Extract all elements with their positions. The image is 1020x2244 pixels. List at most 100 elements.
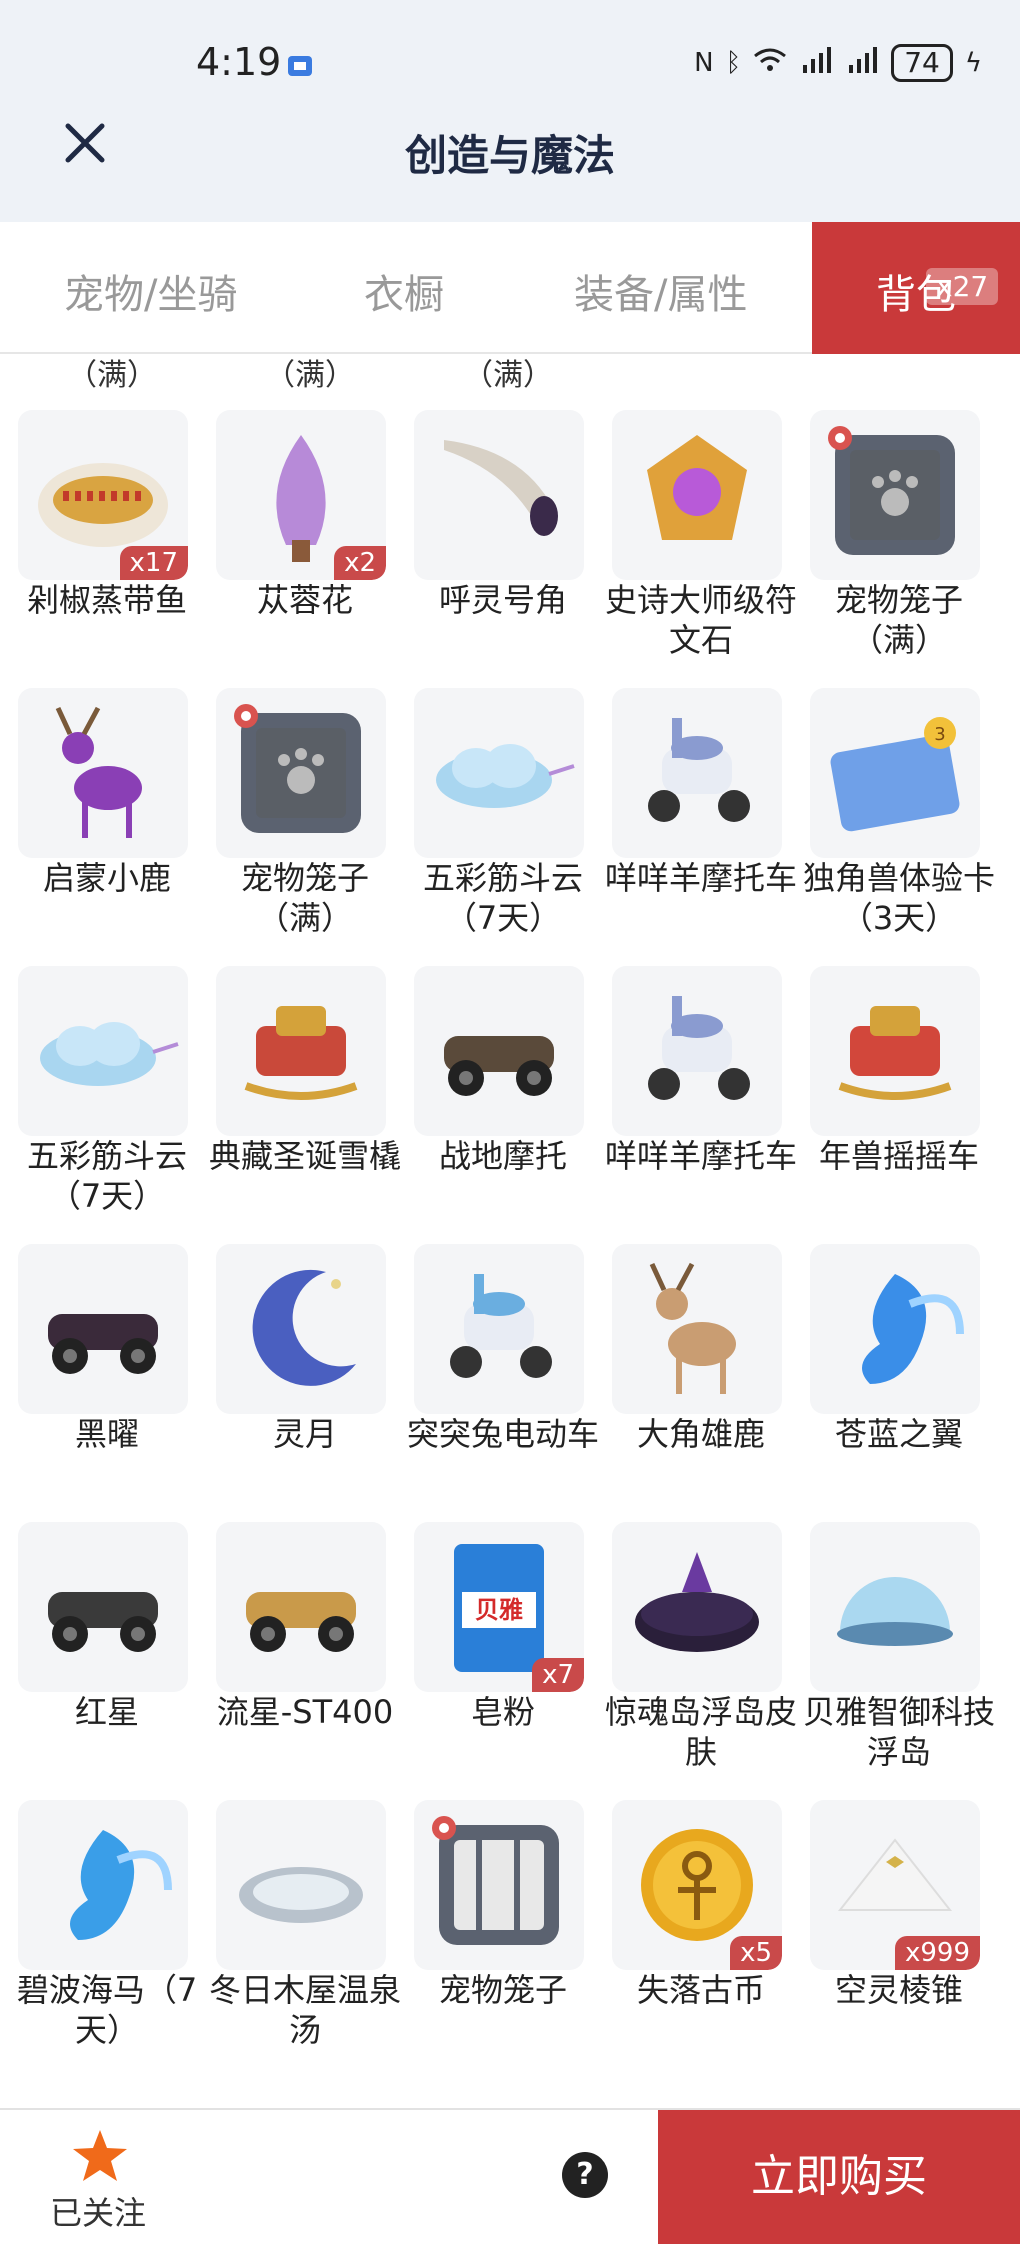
item-name: 贝雅智御科技浮岛 — [802, 1693, 995, 1771]
item-name: 战地摩托 — [438, 1137, 567, 1175]
item-name: 突突兔电动车 — [406, 1415, 599, 1453]
item-name: 灵月 — [272, 1415, 337, 1453]
signal-4g-icon — [845, 46, 879, 80]
tab-pets-mounts[interactable]: 宠物/坐骑 — [64, 262, 237, 320]
item-thumbnail: 贝雅 x7 — [414, 1522, 584, 1692]
status-time: 4:19 — [196, 40, 282, 84]
tab-backpack[interactable]: 背包 x27 — [812, 222, 1020, 354]
deer-icon — [55, 706, 142, 838]
item-name: 独角兽体验卡（3天） — [802, 859, 995, 937]
item-name: 空灵棱锥 — [834, 1971, 963, 2009]
item-thumbnail — [216, 688, 386, 858]
item-name: 咩咩羊摩托车 — [604, 1137, 797, 1175]
item-thumbnail — [18, 1800, 188, 1970]
buy-now-button[interactable]: 立即购买 — [658, 2110, 1020, 2244]
bluetooth-icon: ᛒ — [725, 48, 742, 78]
item-name: 冬日木屋温泉汤 — [208, 1971, 401, 2049]
item-name: 红星 — [74, 1693, 139, 1731]
tab-backpack-badge: x27 — [926, 268, 999, 305]
scooter-icon — [648, 718, 750, 822]
item-thumbnail — [18, 688, 188, 858]
item-thumbnail — [414, 966, 584, 1136]
item-quantity-badge: x999 — [894, 1936, 980, 1970]
blue-wing-icon — [862, 1274, 964, 1384]
item-thumbnail: x5 — [612, 1800, 782, 1970]
item-name: 启蒙小鹿 — [42, 859, 171, 897]
item-name: 史诗大师级符文石 — [604, 581, 797, 659]
item-name: 五彩筋斗云（7天） — [26, 1137, 187, 1215]
e-scooter-icon — [450, 1274, 552, 1378]
partial-item-label: （满） — [67, 358, 157, 393]
item-quantity-badge: x5 — [730, 1936, 782, 1970]
moon-icon — [252, 1269, 356, 1386]
item-thumbnail — [810, 966, 980, 1136]
motorcycle-icon — [444, 1036, 554, 1096]
item-thumbnail — [18, 1522, 188, 1692]
rune-stone-icon — [647, 435, 747, 540]
help-icon[interactable]: ? — [562, 2152, 608, 2198]
stag-icon — [649, 1262, 736, 1394]
nfc-icon: N — [694, 48, 714, 78]
dome-island-icon — [837, 1577, 953, 1646]
item-thumbnail — [810, 1522, 980, 1692]
item-name: 咩咩羊摩托车 — [604, 859, 797, 897]
beast-cart-icon — [838, 1006, 952, 1100]
item-name: 苁蓉花 — [256, 581, 353, 619]
follow-label[interactable]: 已关注 — [50, 2188, 146, 2234]
item-name: 惊魂岛浮岛皮肤 — [604, 1693, 797, 1771]
pet-cage-icon — [234, 704, 361, 833]
star-icon[interactable] — [70, 2128, 130, 2184]
item-thumbnail — [810, 410, 980, 580]
item-name: 呼灵号角 — [438, 581, 567, 619]
cloud-icon — [40, 1022, 179, 1086]
partial-item-label: （满） — [463, 358, 553, 393]
partial-item-label: （满） — [265, 358, 355, 393]
item-thumbnail — [18, 1244, 188, 1414]
item-name: 剁椒蒸带鱼 — [26, 581, 187, 619]
item-name: 年兽摇摇车 — [818, 1137, 979, 1175]
battery-icon: 74 — [891, 44, 953, 82]
item-quantity-badge: x7 — [532, 1658, 584, 1692]
pet-cage-empty-icon — [432, 1816, 559, 1945]
item-thumbnail: x17 — [18, 410, 188, 580]
item-thumbnail — [414, 688, 584, 858]
item-thumbnail — [612, 410, 782, 580]
hover-bike-icon — [246, 1592, 356, 1652]
motorbike-icon — [48, 1592, 158, 1652]
item-quantity-badge: x17 — [119, 546, 188, 580]
seahorse-icon — [70, 1830, 172, 1940]
item-thumbnail — [414, 1800, 584, 1970]
item-name: 失落古币 — [636, 1971, 765, 2009]
car-icon — [48, 1314, 158, 1374]
item-thumbnail — [414, 410, 584, 580]
item-thumbnail — [810, 1244, 980, 1414]
item-thumbnail: x2 — [216, 410, 386, 580]
item-thumbnail — [216, 1800, 386, 1970]
item-name: 皂粉 — [470, 1693, 535, 1731]
charging-icon: ϟ — [964, 48, 982, 78]
item-thumbnail: 3 — [810, 688, 980, 858]
status-icons: N ᛒ 74 ϟ — [694, 44, 982, 82]
dark-island-icon — [635, 1552, 759, 1652]
item-name: 大角雄鹿 — [636, 1415, 765, 1453]
item-name: 宠物笼子 — [438, 1971, 567, 2009]
item-name: 流星-ST400 — [216, 1693, 394, 1731]
item-thumbnail — [414, 1244, 584, 1414]
app-notification-icon — [288, 56, 312, 76]
item-thumbnail — [612, 966, 782, 1136]
hot-spring-icon — [239, 1867, 363, 1923]
item-thumbnail — [612, 688, 782, 858]
unicorn-card-icon: 3 — [830, 717, 960, 832]
tab-equipment[interactable]: 装备/属性 — [574, 262, 747, 320]
svg-text:贝雅: 贝雅 — [475, 1596, 523, 1624]
item-thumbnail — [216, 1244, 386, 1414]
item-quantity-badge: x2 — [334, 546, 386, 580]
scooter-icon — [648, 996, 750, 1100]
item-name: 典藏圣诞雪橇 — [208, 1137, 401, 1175]
item-thumbnail — [612, 1244, 782, 1414]
signal-5g-icon — [799, 46, 833, 80]
tab-wardrobe[interactable]: 衣橱 — [364, 262, 444, 320]
horn-icon — [444, 440, 558, 536]
item-thumbnail — [18, 966, 188, 1136]
item-name: 五彩筋斗云（7天） — [422, 859, 583, 937]
